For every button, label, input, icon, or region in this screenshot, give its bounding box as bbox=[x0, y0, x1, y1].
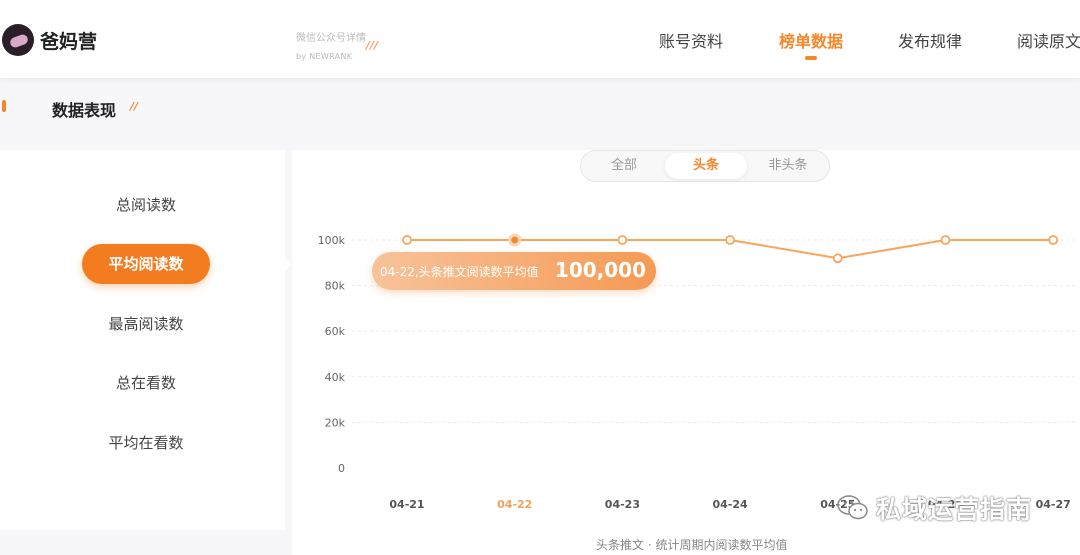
watermark: 私域运营指南 bbox=[836, 490, 1032, 526]
section-title: 数据表现 bbox=[52, 101, 117, 120]
chart-tooltip: 04-22,头条推文阅读数平均值 100,000 bbox=[372, 252, 656, 290]
tooltip-value: 100,000 bbox=[554, 258, 646, 282]
menu-active-notch bbox=[284, 258, 291, 272]
tab-all[interactable]: 全部 bbox=[583, 153, 665, 179]
chart-caption: 头条推文 · 统计周期内阅读数平均值 bbox=[596, 538, 788, 552]
watermark-text: 私域运营指南 bbox=[876, 495, 1033, 524]
metric-avg-reads[interactable]: 平均阅读数 bbox=[82, 244, 210, 284]
logo[interactable]: 爸妈营 bbox=[2, 24, 97, 56]
nav-item-account-info[interactable]: 账号资料 bbox=[659, 28, 723, 52]
article-type-tabs: 全部 头条 非头条 bbox=[580, 150, 830, 182]
wechat-icon bbox=[836, 493, 870, 523]
metric-total-likes[interactable]: 总在看数 bbox=[82, 363, 210, 403]
top-header: 爸妈营 微信公众号详情 by NEWRANK /// 账号资料 榜单数据 发布规… bbox=[0, 0, 1080, 78]
nav-item-read-original[interactable]: 阅读原文 bbox=[1017, 28, 1080, 52]
sub-brand-title: 微信公众号详情 bbox=[296, 33, 366, 44]
tab-headline[interactable]: 头条 bbox=[665, 153, 747, 179]
sub-brand: 微信公众号详情 by NEWRANK /// bbox=[296, 29, 378, 63]
nav-active-indicator bbox=[805, 56, 817, 60]
app-window: 爸妈营 微信公众号详情 by NEWRANK /// 账号资料 榜单数据 发布规… bbox=[0, 0, 1080, 555]
section-marks: // bbox=[130, 100, 139, 113]
metric-max-reads[interactable]: 最高阅读数 bbox=[82, 304, 210, 344]
sub-brand-by: by NEWRANK bbox=[296, 52, 353, 61]
metric-menu: 总阅读数 平均阅读数 最高阅读数 总在看数 平均在看数 bbox=[0, 150, 285, 530]
tab-non-headline[interactable]: 非头条 bbox=[747, 153, 829, 179]
nav-item-ranking-data[interactable]: 榜单数据 bbox=[779, 28, 843, 52]
nav-item-publish-pattern[interactable]: 发布规律 bbox=[898, 28, 962, 52]
section-accent-bar bbox=[2, 100, 6, 112]
metric-avg-likes[interactable]: 平均在看数 bbox=[82, 423, 210, 463]
metric-total-reads[interactable]: 总阅读数 bbox=[82, 185, 210, 225]
logo-text: 爸妈营 bbox=[40, 30, 98, 53]
tooltip-label: 04-22,头条推文阅读数平均值 bbox=[380, 265, 539, 279]
sub-brand-marks: /// bbox=[366, 39, 379, 52]
logo-avatar bbox=[2, 24, 34, 56]
